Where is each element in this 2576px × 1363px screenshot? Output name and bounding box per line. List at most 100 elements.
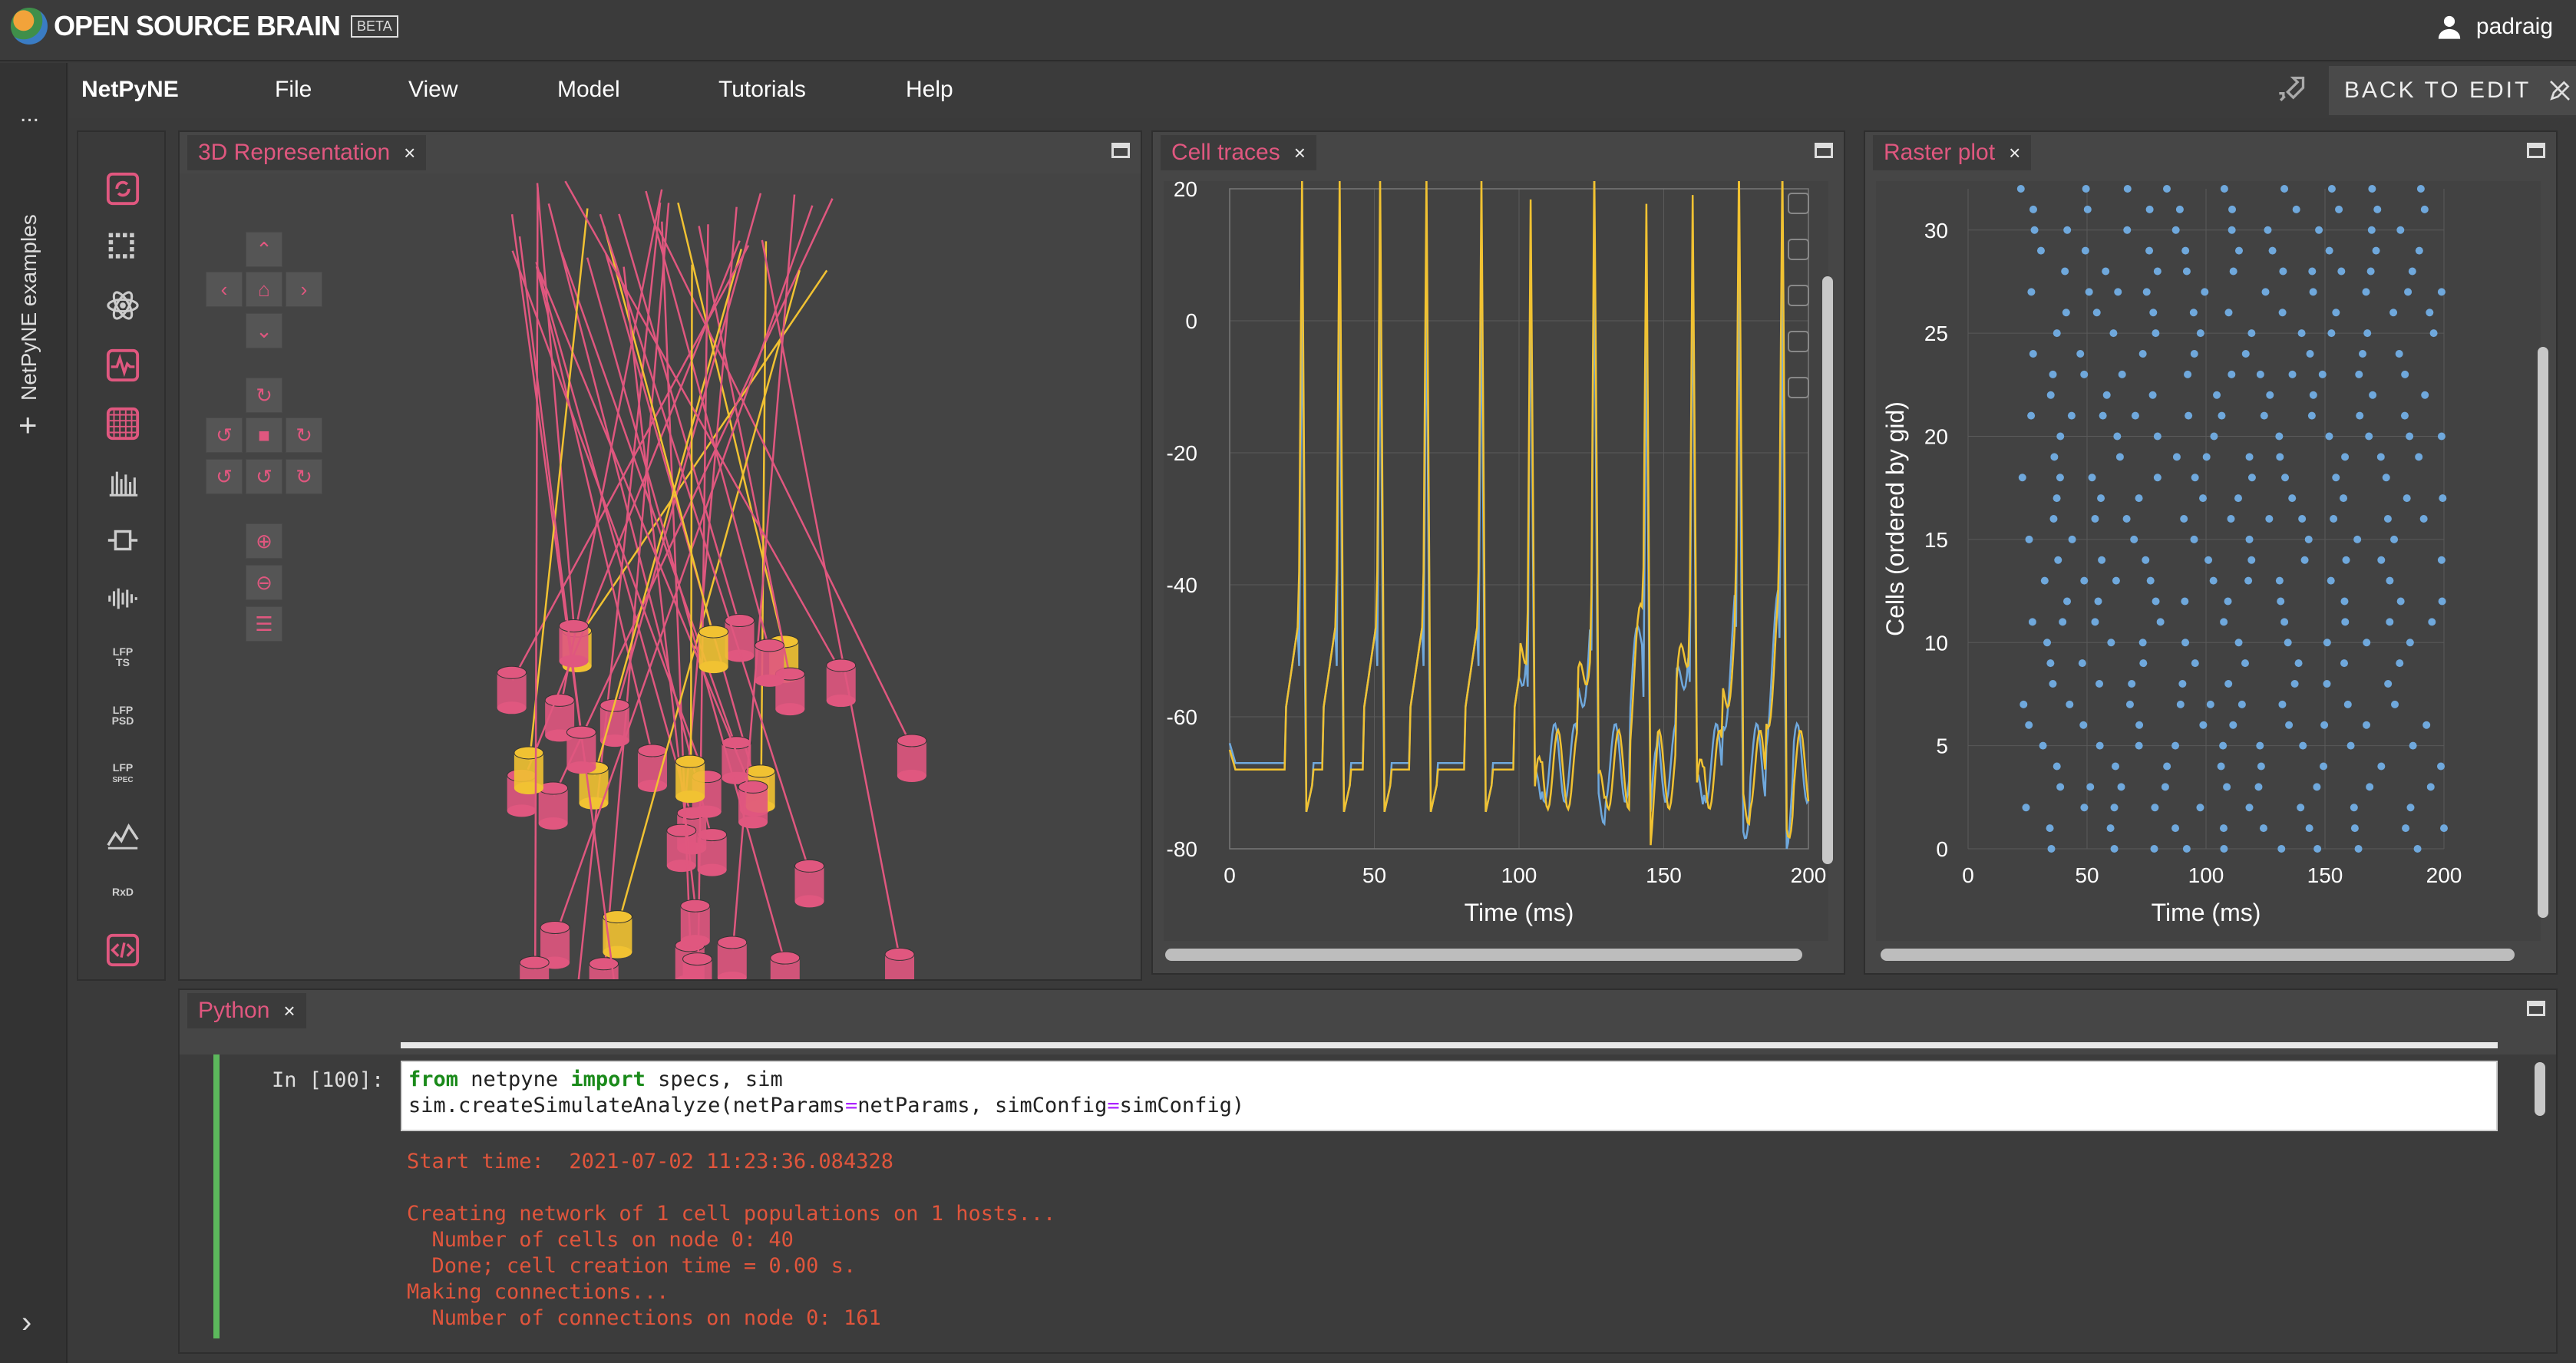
- spike-dot: [2403, 494, 2411, 503]
- expand-rail-icon[interactable]: ›: [21, 1305, 31, 1340]
- raster-plot-chart[interactable]: 0 5 10 15 20 25 30 0 50 100 150 200 Time (ms) Cells (…: [1876, 181, 2541, 941]
- rotate-x-icon[interactable]: ↺: [206, 459, 243, 494]
- spike-dot: [2139, 659, 2148, 668]
- spike-dot: [2308, 267, 2317, 276]
- spike-dot: [2054, 556, 2062, 564]
- zoom-out-icon[interactable]: ⊖: [246, 565, 282, 600]
- menu-view[interactable]: View: [408, 77, 457, 103]
- spike-dot: [2080, 370, 2089, 378]
- spike-dot: [2202, 453, 2211, 461]
- traces-plot-icon[interactable]: [103, 345, 143, 385]
- pan-right-icon[interactable]: ›: [286, 272, 322, 307]
- camera-icon[interactable]: ■: [246, 417, 282, 453]
- spike-dot: [2027, 288, 2036, 296]
- rotate-icon[interactable]: ↻: [246, 378, 282, 413]
- maximize-icon[interactable]: [2527, 143, 2545, 158]
- maximize-icon[interactable]: [2527, 1001, 2545, 1016]
- tab-3d-representation[interactable]: 3D Representation ×: [187, 135, 427, 170]
- rotate-y-icon[interactable]: ↺: [246, 459, 282, 494]
- home-icon[interactable]: ⌂: [246, 272, 282, 307]
- spike-dot: [2260, 411, 2268, 420]
- spike-dot: [2437, 288, 2446, 296]
- user-menu[interactable]: padraig: [2436, 14, 2553, 40]
- spectrogram-icon[interactable]: [103, 579, 143, 619]
- vertical-scrollbar[interactable]: [2538, 347, 2548, 918]
- line-chart-icon[interactable]: [103, 814, 143, 853]
- neuron-axon: [535, 266, 655, 759]
- tab-raster-plot[interactable]: Raster plot ×: [1873, 135, 2032, 170]
- pan-down-icon[interactable]: ⌄: [246, 313, 282, 348]
- 3d-neurons-view[interactable]: [180, 173, 1141, 979]
- close-icon[interactable]: ×: [1294, 141, 1306, 165]
- neuron-soma: [599, 698, 630, 748]
- close-icon[interactable]: ×: [283, 999, 295, 1023]
- tab-cell-traces[interactable]: Cell traces ×: [1161, 135, 1316, 170]
- netpyne-examples-tab[interactable]: NetPyNE examples: [17, 214, 41, 401]
- lfp-psd-button[interactable]: LFP PSD: [103, 695, 143, 735]
- neuron-axon: [697, 224, 709, 967]
- refresh-3d-icon[interactable]: [103, 169, 143, 209]
- spike-dot: [2163, 762, 2171, 771]
- add-icon[interactable]: +: [18, 407, 38, 444]
- maximize-icon[interactable]: [1815, 143, 1833, 158]
- neuron-soma: [721, 736, 751, 784]
- spike-dot: [2056, 432, 2065, 441]
- vertical-scrollbar[interactable]: [2535, 1062, 2545, 1116]
- back-to-edit-button[interactable]: BACK TO EDIT: [2329, 66, 2576, 115]
- code-icon[interactable]: [103, 930, 143, 970]
- spike-dot: [2307, 411, 2316, 420]
- code-cell-input[interactable]: from netpyne import specs, sim sim.creat…: [401, 1061, 2498, 1131]
- neuron-soma: [558, 619, 589, 668]
- close-icon[interactable]: ×: [2009, 141, 2020, 165]
- spike-dot: [2426, 783, 2435, 791]
- stimulus-icon[interactable]: [103, 520, 143, 560]
- pan-left-icon[interactable]: ‹: [206, 272, 243, 307]
- spike-dot: [2229, 721, 2237, 729]
- lfp-spec-button[interactable]: LFP SPEC: [103, 754, 143, 794]
- maximize-icon[interactable]: [1111, 143, 1130, 158]
- lfp-ts-button[interactable]: LFP TS: [103, 637, 143, 677]
- rxd-button[interactable]: RxD: [103, 872, 143, 912]
- y-tick-label: -60: [1167, 705, 1197, 729]
- histogram-icon[interactable]: [103, 462, 143, 502]
- rotate-z-icon[interactable]: ↻: [286, 459, 322, 494]
- connectivity-matrix-icon[interactable]: [103, 227, 143, 267]
- beta-badge: BETA: [351, 15, 398, 38]
- osb-logo[interactable]: OPEN SOURCE BRAIN BETA: [11, 8, 398, 45]
- menu-help[interactable]: Help: [906, 77, 953, 103]
- spike-dot: [2362, 288, 2370, 296]
- neuron-axon: [617, 269, 801, 925]
- menu-tutorials[interactable]: Tutorials: [718, 77, 806, 103]
- close-icon[interactable]: ×: [404, 141, 415, 165]
- spike-dot: [2115, 453, 2124, 461]
- tab-python[interactable]: Python ×: [187, 993, 306, 1028]
- spike-dot: [2135, 741, 2143, 750]
- spike-dot: [2439, 824, 2448, 833]
- network-atom-icon[interactable]: [103, 285, 143, 325]
- spike-dot: [2245, 453, 2254, 461]
- python-console[interactable]: In [100]: from netpyne import specs, sim…: [180, 1054, 2556, 1352]
- raster-grid-icon[interactable]: [103, 404, 143, 444]
- more-icon[interactable]: ...: [20, 101, 39, 127]
- vertical-scrollbar[interactable]: [1822, 276, 1833, 864]
- horizontal-scrollbar[interactable]: [1165, 949, 1802, 961]
- spike-dot: [2184, 370, 2192, 378]
- rotate-left-icon[interactable]: ↺: [206, 417, 243, 453]
- spike-dot: [2191, 659, 2199, 668]
- list-icon[interactable]: ☰: [246, 606, 282, 642]
- modebar-icon: [1788, 239, 1809, 260]
- neuron-soma: [676, 806, 707, 855]
- spike-dot: [2053, 494, 2061, 503]
- spike-dot: [2056, 474, 2064, 482]
- cell-traces-chart[interactable]: 200-20-40-60-800 50 100 150 200Time (ms): [1164, 181, 1828, 941]
- 3d-canvas[interactable]: ⌃ ‹ ⌂ › ⌄ ↻ ↺ ■ ↻ ↺ ↺ ↻ ⊕ ⊖ ☰: [180, 173, 1141, 979]
- rocket-icon[interactable]: [2274, 74, 2307, 107]
- pan-up-icon[interactable]: ⌃: [246, 232, 282, 267]
- menu-model[interactable]: Model: [557, 77, 620, 103]
- spike-dot: [2067, 411, 2076, 420]
- rotate-right-icon[interactable]: ↻: [286, 417, 322, 453]
- horizontal-scrollbar[interactable]: [1881, 949, 2515, 961]
- neuron-soma: [666, 823, 697, 873]
- menu-file[interactable]: File: [275, 77, 312, 103]
- zoom-in-icon[interactable]: ⊕: [246, 523, 282, 559]
